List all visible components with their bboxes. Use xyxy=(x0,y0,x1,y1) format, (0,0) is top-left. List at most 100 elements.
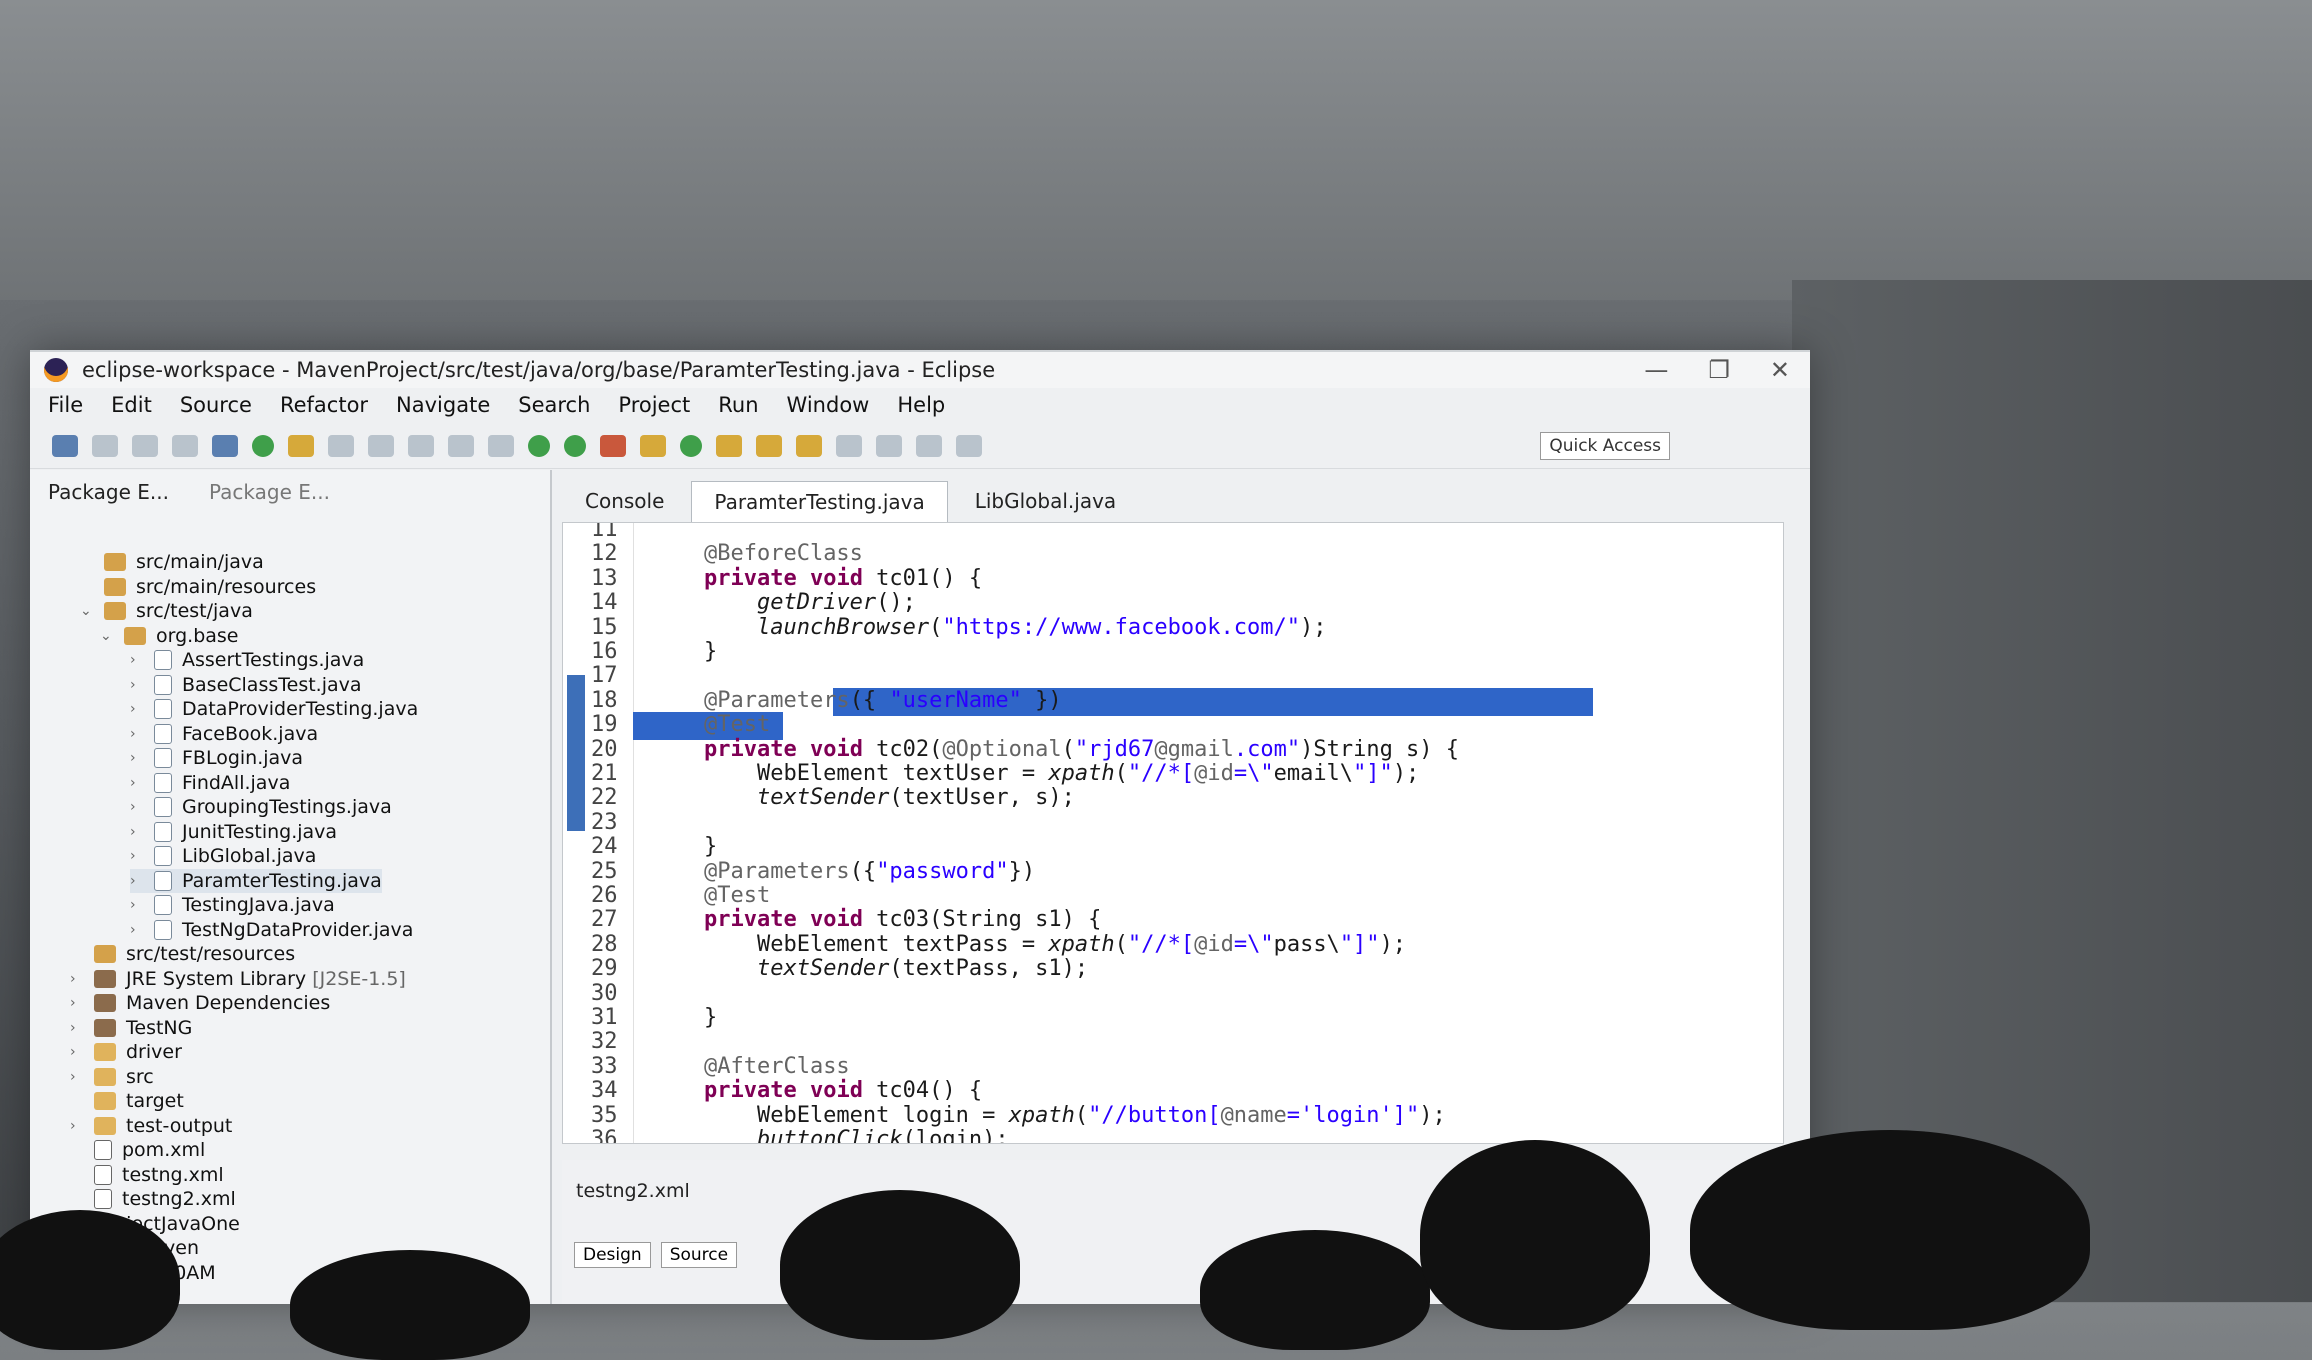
tab-paramter-testing[interactable]: ParamterTesting.java xyxy=(691,481,948,522)
menu-source[interactable]: Source xyxy=(180,393,252,417)
tab-lib-global[interactable]: LibGlobal.java xyxy=(952,480,1139,522)
expand-chevron-icon[interactable]: › xyxy=(130,701,144,717)
code-line[interactable]: WebElement textUser = xpath("//*[@id=\"e… xyxy=(651,761,1419,786)
code-line[interactable]: private void tc01() { xyxy=(651,566,982,591)
tree-item[interactable]: › AssertTestings.java xyxy=(130,648,364,672)
tree-item[interactable]: › JunitTesting.java xyxy=(130,820,337,844)
expand-chevron-icon[interactable]: › xyxy=(130,897,144,913)
tree-item[interactable]: › FBLogin.java xyxy=(130,746,303,770)
code-line[interactable]: @AfterClass xyxy=(651,1054,850,1079)
menu-file[interactable]: File xyxy=(48,393,83,417)
debug-perspective-icon[interactable] xyxy=(172,435,198,457)
tree-item[interactable]: › src xyxy=(70,1065,154,1089)
tree-item[interactable]: src/test/resources xyxy=(70,942,295,966)
expand-chevron-icon[interactable]: › xyxy=(130,652,144,668)
skip-breakpoints-icon[interactable] xyxy=(212,435,238,457)
code-line[interactable]: WebElement login = xpath("//button[@name… xyxy=(651,1103,1446,1128)
code-line[interactable]: @BeforeClass xyxy=(651,541,863,566)
expand-chevron-icon[interactable]: › xyxy=(70,1020,84,1036)
tree-item[interactable]: › JRE System Library [J2SE-1.5] xyxy=(70,967,406,991)
forward-icon[interactable] xyxy=(956,435,982,457)
tab-package-explorer-2[interactable]: Package E... xyxy=(209,480,330,504)
close-button[interactable]: ✕ xyxy=(1770,356,1790,384)
tab-console[interactable]: Console xyxy=(562,480,687,522)
open-task-icon[interactable] xyxy=(756,435,782,457)
tree-item[interactable]: testng.xml xyxy=(70,1163,224,1187)
tree-item[interactable]: ⌄ src/test/java xyxy=(80,599,253,623)
expand-chevron-icon[interactable]: › xyxy=(130,677,144,693)
tab-package-explorer[interactable]: Package E... xyxy=(48,480,169,504)
tree-item[interactable]: › test-output xyxy=(70,1114,232,1138)
toggle-icon[interactable] xyxy=(328,435,354,457)
tree-item[interactable]: › FaceBook.java xyxy=(130,722,318,746)
code-editor[interactable]: 11 12 @BeforeClass 13 private void tc01() … xyxy=(562,522,1784,1144)
expand-chevron-icon[interactable]: › xyxy=(130,775,144,791)
code-line[interactable]: WebElement textPass = xpath("//*[@id=\"p… xyxy=(651,932,1406,957)
run-icon[interactable] xyxy=(528,435,550,457)
save-all-icon[interactable] xyxy=(132,435,158,457)
expand-chevron-icon[interactable]: › xyxy=(130,873,144,889)
tree-item[interactable]: › DataProviderTesting.java xyxy=(130,697,418,721)
tree-item[interactable]: › LibGlobal.java xyxy=(130,844,316,868)
tree-item[interactable]: testng2.xml xyxy=(70,1187,236,1211)
tab-design[interactable]: Design xyxy=(574,1242,651,1268)
menu-refactor[interactable]: Refactor xyxy=(280,393,368,417)
tree-item[interactable]: › ParamterTesting.java xyxy=(130,868,382,893)
pin-icon[interactable] xyxy=(252,435,274,457)
tree-item[interactable]: › TestNgDataProvider.java xyxy=(130,918,413,942)
expand-chevron-icon[interactable]: › xyxy=(70,971,84,987)
layout-icon[interactable] xyxy=(408,435,434,457)
code-line[interactable]: @Test xyxy=(651,712,770,737)
save-icon[interactable] xyxy=(92,435,118,457)
expand-chevron-icon[interactable]: › xyxy=(70,995,84,1011)
quick-access-field[interactable]: Quick Access xyxy=(1540,432,1670,460)
expand-chevron-icon[interactable]: › xyxy=(70,1069,84,1085)
tree-item[interactable]: › BaseClassTest.java xyxy=(130,673,362,697)
expand-chevron-icon[interactable]: ⌄ xyxy=(100,628,114,644)
code-line[interactable]: textSender(textPass, s1); xyxy=(651,956,1088,981)
expand-chevron-icon[interactable]: › xyxy=(130,922,144,938)
menu-window[interactable]: Window xyxy=(787,393,870,417)
code-line[interactable]: } xyxy=(651,834,717,859)
next-annotation-icon[interactable] xyxy=(836,435,862,457)
tree-item[interactable]: › driver xyxy=(70,1040,182,1064)
tree-item[interactable]: › TestNG xyxy=(70,1016,192,1040)
code-line[interactable]: @Parameters({"password"}) xyxy=(651,859,1035,884)
code-line[interactable]: getDriver(); xyxy=(651,590,916,615)
menu-project[interactable]: Project xyxy=(618,393,690,417)
tree-item[interactable]: src/main/resources xyxy=(80,575,316,599)
tree-item[interactable]: pom.xml xyxy=(70,1138,205,1162)
open-type-icon[interactable] xyxy=(716,435,742,457)
code-line[interactable]: } xyxy=(651,639,717,664)
back-icon[interactable] xyxy=(916,435,942,457)
menu-search[interactable]: Search xyxy=(518,393,590,417)
code-line[interactable]: } xyxy=(651,1005,717,1030)
annotation-icon[interactable] xyxy=(796,435,822,457)
tab-testng2-xml[interactable]: testng2.xml xyxy=(576,1180,690,1202)
menu-help[interactable]: Help xyxy=(897,393,945,417)
expand-chevron-icon[interactable]: › xyxy=(70,1044,84,1060)
new-class-icon[interactable] xyxy=(680,435,702,457)
expand-chevron-icon[interactable]: › xyxy=(130,824,144,840)
code-line[interactable]: private void tc03(String s1) { xyxy=(651,907,1101,932)
code-line[interactable]: @Parameters({ "userName" }) xyxy=(651,688,1062,713)
code-line[interactable]: buttonClick(login); xyxy=(651,1127,1009,1143)
tree-item[interactable]: › Maven Dependencies xyxy=(70,991,330,1015)
coverage-icon[interactable] xyxy=(564,435,586,457)
menu-run[interactable]: Run xyxy=(718,393,758,417)
expand-chevron-icon[interactable]: › xyxy=(130,799,144,815)
tree-item[interactable]: target xyxy=(70,1089,184,1113)
expand-chevron-icon[interactable]: › xyxy=(130,848,144,864)
tree-item[interactable]: › FindAll.java xyxy=(130,771,290,795)
expand-chevron-icon[interactable]: › xyxy=(130,750,144,766)
tree-item[interactable]: src/main/java xyxy=(80,550,264,574)
code-line[interactable]: launchBrowser("https://www.facebook.com/… xyxy=(651,615,1327,640)
previous-annotation-icon[interactable] xyxy=(876,435,902,457)
expand-chevron-icon[interactable]: › xyxy=(70,1118,84,1134)
new-java-project-icon[interactable] xyxy=(640,435,666,457)
tree-item[interactable]: ⌄ org.base xyxy=(100,624,239,648)
restore-button[interactable]: ❐ xyxy=(1708,356,1730,384)
block-icon[interactable] xyxy=(368,435,394,457)
tab-source[interactable]: Source xyxy=(660,1242,738,1268)
code-line[interactable]: textSender(textUser, s); xyxy=(651,785,1075,810)
